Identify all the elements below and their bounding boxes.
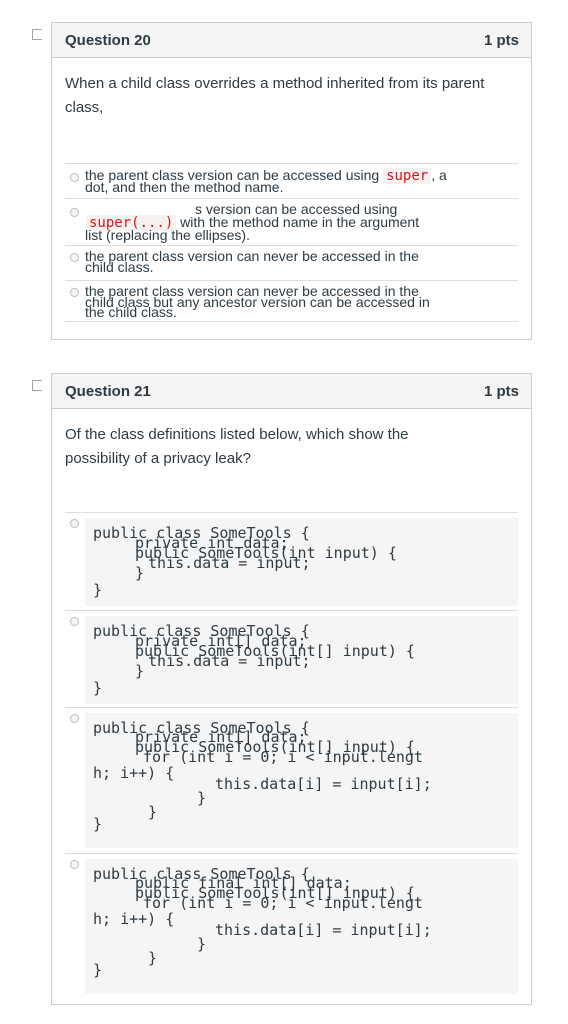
code-line: } — [197, 935, 207, 953]
answer-option[interactable]: s version can be accessed using super(..… — [65, 198, 518, 245]
code-line: for (int i = 0; i < input.lengt — [143, 894, 423, 912]
code-option[interactable]: public class SomeTools {public final int… — [85, 859, 518, 994]
code-line: this.data = input; — [148, 554, 311, 572]
radio-button[interactable] — [70, 208, 79, 217]
code-option[interactable]: public class SomeTools {private int data… — [85, 518, 518, 606]
answer-separator — [65, 707, 518, 708]
answer-separator — [65, 610, 518, 611]
radio-button[interactable] — [70, 860, 79, 869]
code-line: } — [135, 564, 145, 582]
answer-text: list (replacing the ellipses). — [85, 227, 250, 243]
question-points: 1 pts — [483, 382, 519, 400]
code-line: } — [135, 662, 145, 680]
answer-separator — [65, 512, 518, 513]
radio-button[interactable] — [70, 617, 79, 626]
code-line: h; i++) { — [93, 764, 175, 782]
answer-separator — [65, 853, 518, 854]
code-line: h; i++) { — [93, 910, 175, 928]
code-line: } — [148, 803, 158, 821]
code-line: } — [93, 679, 103, 697]
radio-button[interactable] — [70, 519, 79, 528]
code-line: this.data = input; — [148, 652, 311, 670]
question-points: 1 pts — [483, 31, 519, 49]
answer-option[interactable]: the parent class version can never be ac… — [65, 245, 518, 280]
question-20: Question 20 1 pts When a child class ove… — [51, 22, 532, 340]
radio-button[interactable] — [70, 714, 79, 723]
question-21: Question 21 1 pts Of the class definitio… — [51, 373, 532, 1005]
code-line: this.data[i] = input[i]; — [215, 921, 432, 939]
code-line: } — [93, 961, 103, 979]
code-line: } — [148, 949, 158, 967]
question-title: Question 21 — [65, 382, 151, 400]
code-line: } — [197, 789, 207, 807]
question-title: Question 20 — [65, 31, 151, 49]
code-line: } — [93, 815, 103, 833]
radio-button[interactable] — [70, 173, 79, 182]
question-text: When a child class overrides a method in… — [65, 75, 485, 116]
answer-list: the parent class version can be accessed… — [65, 163, 518, 322]
flag-question-icon[interactable] — [32, 380, 44, 391]
answer-text: the child class. — [85, 304, 177, 320]
code-line: } — [93, 581, 103, 599]
code-option[interactable]: public class SomeTools {private int[] da… — [85, 713, 518, 848]
flag-question-icon[interactable] — [32, 29, 44, 40]
question-header: Question 20 1 pts — [52, 23, 531, 58]
code-option[interactable]: public class SomeTools {private int[] da… — [85, 616, 518, 704]
code-line: this.data[i] = input[i]; — [215, 775, 432, 793]
code-line: for (int i = 0; i < input.lengt — [143, 748, 423, 766]
answer-text: child class. — [85, 259, 154, 275]
question-text: Of the class definitions listed below, w… — [65, 426, 409, 467]
radio-button[interactable] — [70, 253, 79, 262]
answer-option[interactable]: the parent class version can be accessed… — [65, 163, 518, 198]
answer-text: dot, and then the method name. — [85, 179, 284, 195]
answer-option[interactable]: the parent class version can never be ac… — [65, 280, 518, 322]
radio-button[interactable] — [70, 288, 79, 297]
question-header: Question 21 1 pts — [52, 374, 531, 409]
